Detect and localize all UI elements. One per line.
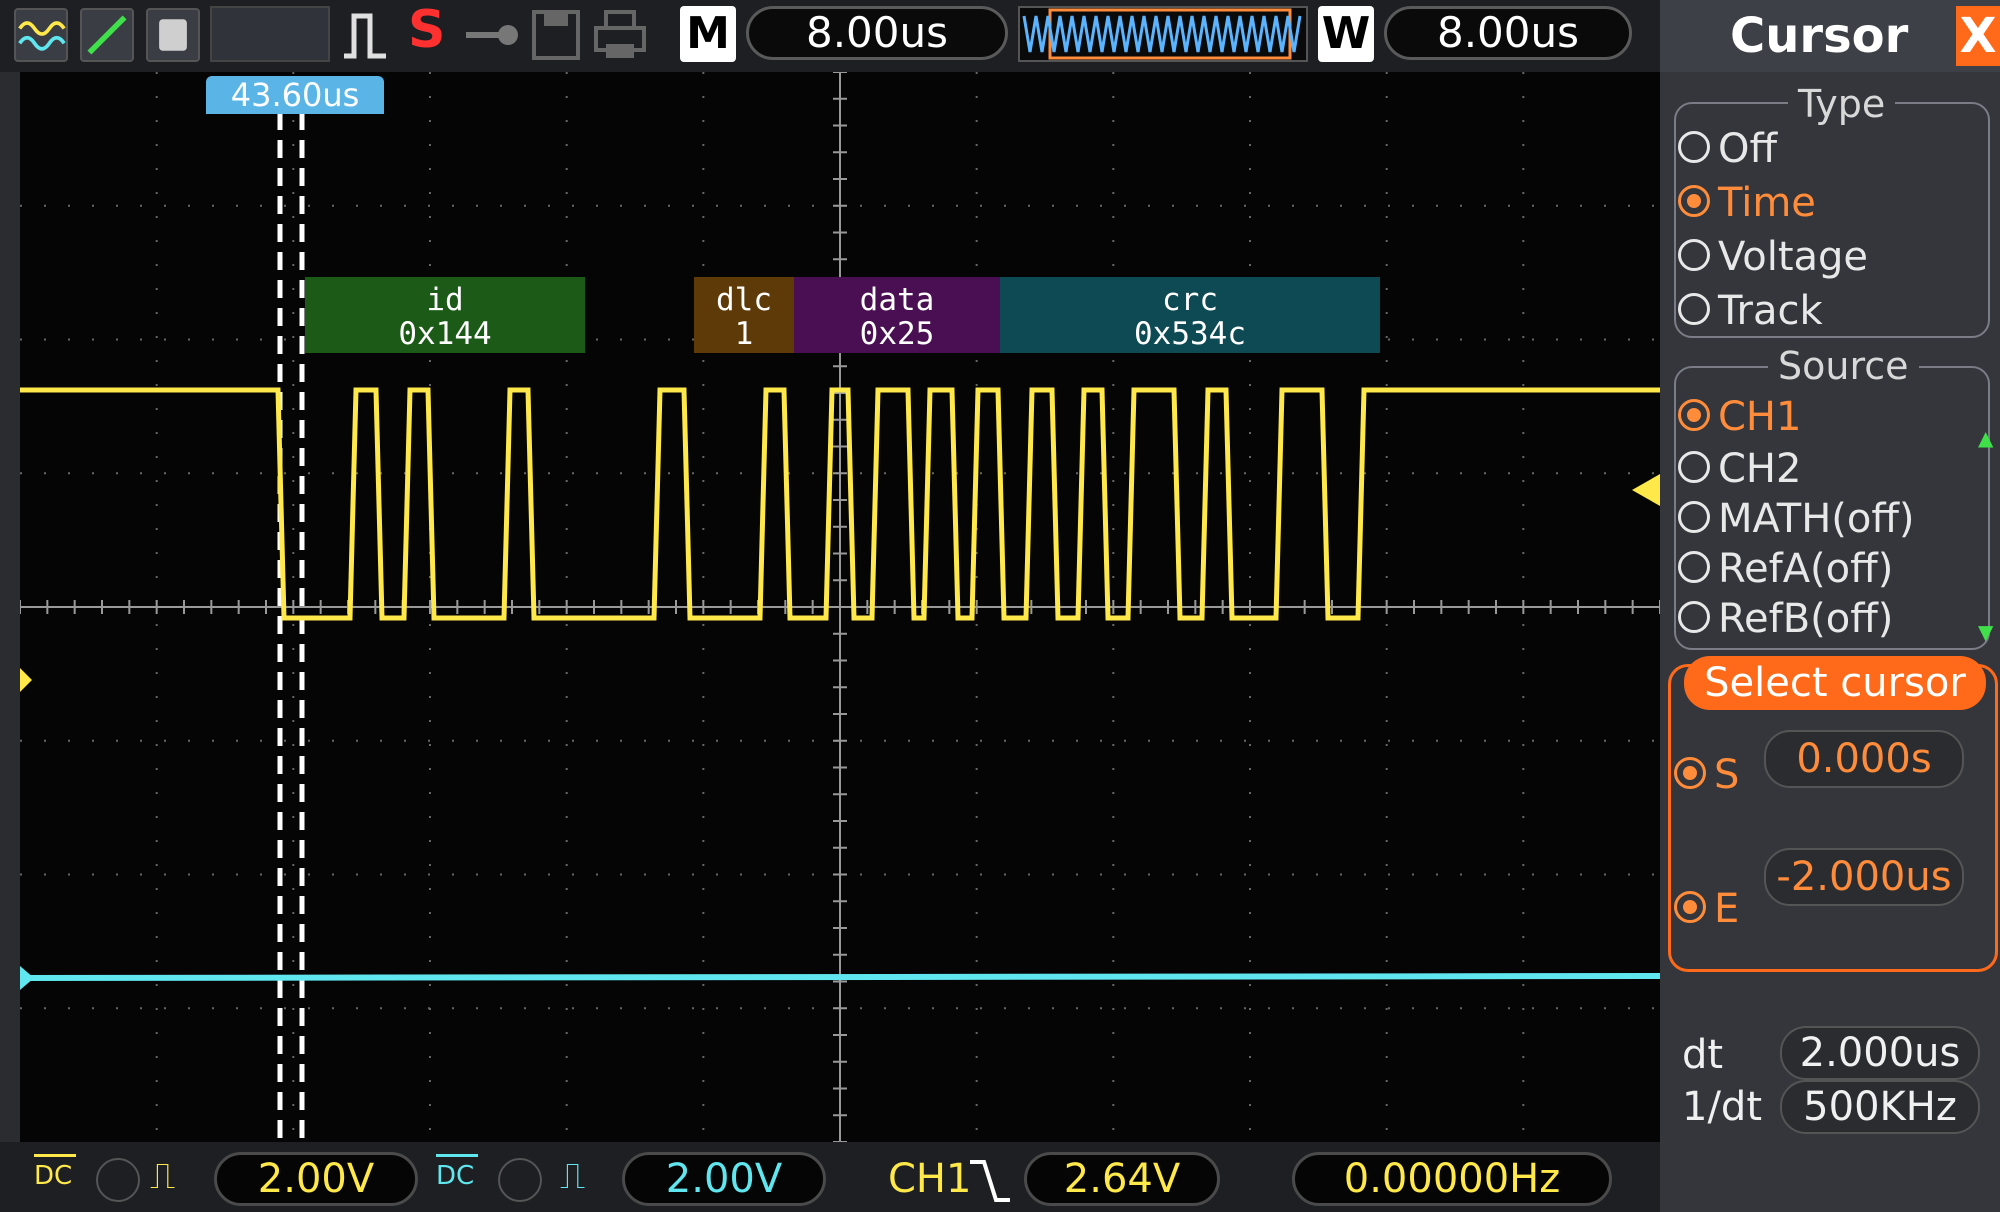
- panel-header: Cursor X: [1660, 0, 2000, 72]
- decode-dlc-box: dlc 1: [694, 277, 794, 353]
- radio-icon: [1678, 131, 1710, 163]
- type-group-title: Type: [1788, 82, 1896, 126]
- save-icon: [530, 8, 582, 62]
- decode-dlc-name: dlc: [716, 282, 772, 318]
- radio-icon: [1678, 501, 1710, 533]
- radio-icon: [1678, 601, 1710, 633]
- waveform-display[interactable]: 43.60us id 0x144 dlc 1 data 0x25 crc 0x5…: [20, 72, 1660, 1142]
- ch2-coupling: DC: [436, 1161, 475, 1191]
- trigger-frequency: 0.00000Hz: [1292, 1152, 1612, 1206]
- radio-selected-icon: [1678, 185, 1710, 217]
- cursor-menu-panel: Cursor X Type Off Time Voltage Track Sou…: [1660, 0, 2000, 1212]
- scroll-up-icon[interactable]: ▲: [1978, 426, 1993, 450]
- cursor-e-label: E: [1714, 886, 1740, 932]
- panel-title: Cursor: [1730, 8, 1909, 64]
- decode-dlc-value: 1: [734, 316, 754, 352]
- source-option-math[interactable]: MATH(off): [1678, 496, 1915, 542]
- source-option-refa[interactable]: RefA(off): [1678, 546, 1893, 592]
- window-timebase-label: W: [1318, 6, 1374, 62]
- top-status-bar: S M 8.00us W 8.00us: [0, 0, 1660, 72]
- dt-label: dt: [1682, 1032, 1724, 1078]
- radio-icon: [1678, 551, 1710, 583]
- radio-selected-icon: [1674, 891, 1706, 923]
- decode-data-value: 0x25: [859, 316, 935, 352]
- trigger-edge-icon: [340, 8, 390, 62]
- ch1-trigger-level-marker: [1632, 474, 1660, 506]
- cursor-s-value[interactable]: 0.000s: [1764, 730, 1964, 788]
- cursor-s-option[interactable]: S: [1674, 752, 1739, 798]
- persistence-icon[interactable]: [146, 8, 200, 62]
- radio-selected-icon: [1674, 757, 1706, 789]
- main-timebase-label: M: [680, 6, 736, 62]
- decode-data-box: data 0x25: [794, 277, 1000, 353]
- source-option-label: MATH(off): [1718, 496, 1915, 542]
- inverse-dt-value: 500KHz: [1780, 1080, 1980, 1134]
- ch2-invert-icon: ⎍: [560, 1156, 586, 1197]
- source-option-label: RefA(off): [1718, 546, 1894, 592]
- decode-id-box: id 0x144: [305, 277, 585, 353]
- type-option-track[interactable]: Track: [1678, 288, 1823, 334]
- type-option-label: Off: [1718, 126, 1778, 172]
- cursor-e-value[interactable]: -2.000us: [1764, 848, 1964, 906]
- select-cursor-title[interactable]: Select cursor: [1684, 656, 1986, 710]
- type-option-label: Track: [1718, 288, 1823, 334]
- ch1-coupling-label: DC: [34, 1154, 76, 1189]
- inverse-dt-label: 1/dt: [1682, 1084, 1762, 1130]
- decode-crc-box: crc 0x534c: [1000, 277, 1380, 353]
- key-icon: [462, 20, 522, 50]
- type-option-label: Time: [1718, 180, 1816, 226]
- ch2-scale[interactable]: 2.00V: [622, 1152, 826, 1206]
- cursor-time-label: 43.60us: [206, 76, 384, 114]
- type-option-label: Voltage: [1718, 234, 1869, 280]
- dt-value: 2.000us: [1780, 1026, 1980, 1080]
- main-timebase-value[interactable]: 8.00us: [746, 6, 1008, 60]
- ch2-ground-marker: [20, 966, 34, 990]
- ch1-ground-marker: [20, 668, 32, 692]
- empty-slot: [210, 6, 330, 62]
- memory-position-bar: [1018, 6, 1308, 62]
- ch1-bandwidth-icon: [96, 1158, 140, 1202]
- decode-id-name: id: [426, 282, 464, 318]
- decode-data-name: data: [859, 282, 935, 318]
- scroll-down-icon[interactable]: ▼: [1978, 620, 1993, 644]
- waveform-plot: [20, 72, 1660, 1142]
- radio-icon: [1678, 293, 1710, 325]
- close-button[interactable]: X: [1956, 6, 2000, 66]
- type-option-off[interactable]: Off: [1678, 126, 1777, 172]
- radio-icon: [1678, 451, 1710, 483]
- radio-icon: [1678, 239, 1710, 271]
- ch2-coupling-label: DC: [436, 1154, 478, 1189]
- ch2-waveform: [20, 973, 1660, 981]
- source-option-label: CH1: [1718, 394, 1802, 440]
- source-option-ch2[interactable]: CH2: [1678, 446, 1801, 492]
- ch1-invert-icon: ⎍: [150, 1156, 176, 1197]
- source-option-refb[interactable]: RefB(off): [1678, 596, 1893, 642]
- ch2-bandwidth-icon: [498, 1158, 542, 1202]
- source-option-label: CH2: [1718, 446, 1802, 492]
- decode-crc-value: 0x534c: [1134, 316, 1246, 352]
- radio-selected-icon: [1678, 399, 1710, 431]
- printer-icon: [592, 8, 648, 62]
- decode-id-value: 0x144: [398, 316, 492, 352]
- type-option-time[interactable]: Time: [1678, 180, 1816, 226]
- stop-indicator: S: [408, 0, 446, 60]
- source-option-label: RefB(off): [1718, 596, 1894, 642]
- trigger-source: CH1: [888, 1156, 972, 1202]
- waveform-mode-icon[interactable]: [14, 8, 68, 62]
- ch1-scale[interactable]: 2.00V: [214, 1152, 418, 1206]
- falling-edge-icon: [968, 1156, 1012, 1204]
- bottom-status-bar: DC ⎍ 2.00V DC ⎍ 2.00V CH1 2.64V 0.00000H…: [0, 1142, 1660, 1212]
- type-option-voltage[interactable]: Voltage: [1678, 234, 1868, 280]
- source-group-title: Source: [1768, 344, 1919, 388]
- cursor-e-option[interactable]: E: [1674, 886, 1739, 932]
- line-display-icon[interactable]: [80, 8, 134, 62]
- decode-crc-name: crc: [1162, 282, 1218, 318]
- window-timebase-value[interactable]: 8.00us: [1384, 6, 1632, 60]
- source-option-ch1[interactable]: CH1: [1678, 394, 1801, 440]
- cursor-s-label: S: [1714, 752, 1740, 798]
- ch1-coupling: DC: [34, 1161, 73, 1191]
- trigger-level[interactable]: 2.64V: [1024, 1152, 1220, 1206]
